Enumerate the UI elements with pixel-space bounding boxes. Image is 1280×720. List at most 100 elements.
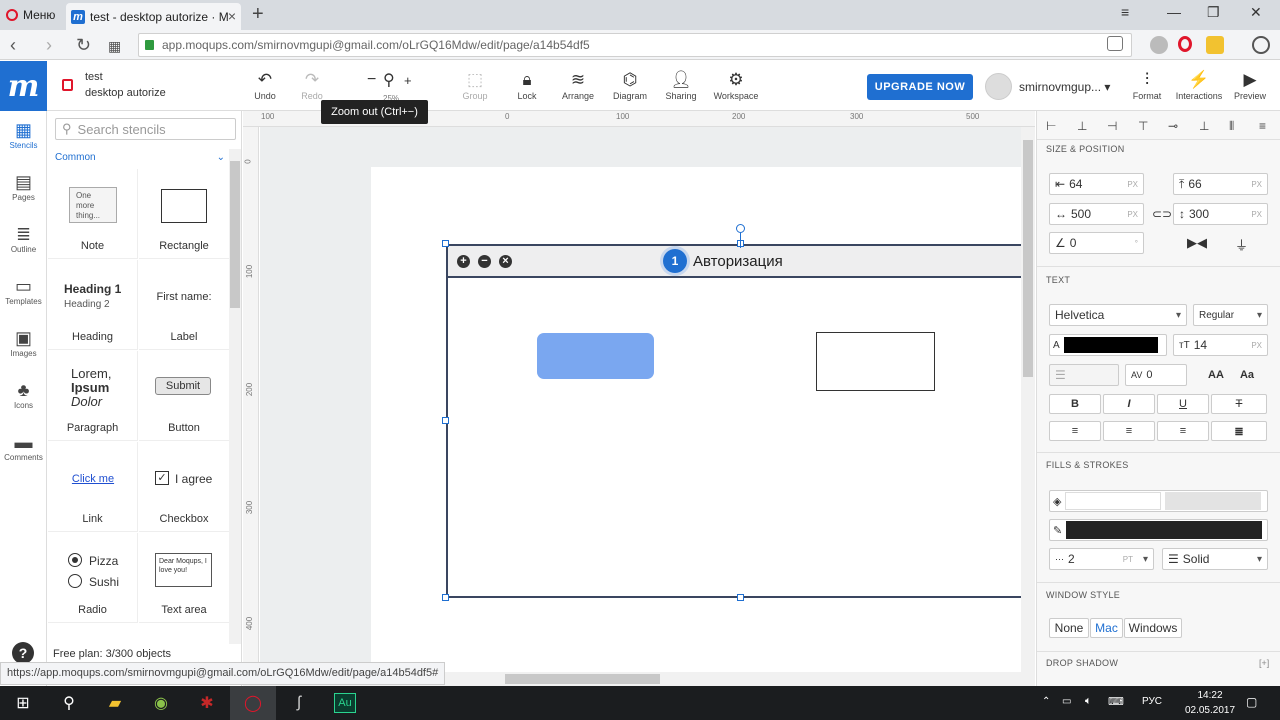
window-component[interactable]: + − × 1 Авторизация <box>446 244 1022 598</box>
arrange-button[interactable]: ≋ Arrange <box>551 69 605 101</box>
clock[interactable]: 14:22 02.05.2017 <box>1180 688 1240 718</box>
window-style-windows[interactable]: Windows <box>1124 618 1182 638</box>
zoom-out-button[interactable]: − <box>367 71 376 89</box>
moqups-logo[interactable]: m <box>0 61 47 111</box>
windows-start-icon[interactable]: ⊞ <box>0 686 46 720</box>
blue-button-shape[interactable] <box>537 333 654 379</box>
canvas-horizontal-scroll-thumb[interactable] <box>505 674 660 684</box>
align-right-icon[interactable]: ⊣ <box>1107 119 1117 133</box>
notifications-icon[interactable]: ▢ <box>1246 695 1257 709</box>
vpn-icon[interactable] <box>1150 36 1168 54</box>
volume-icon[interactable]: 🔈︎ <box>1085 695 1092 708</box>
tab-menu-icon[interactable]: ≡ <box>1121 4 1129 20</box>
file-explorer-icon[interactable]: ▰ <box>92 686 138 720</box>
canvas-vertical-scroll-thumb[interactable] <box>1023 140 1033 377</box>
align-middle-icon[interactable]: ⊸ <box>1168 119 1178 133</box>
browser-tab[interactable]: m test - desktop autorize · M × <box>66 3 241 30</box>
selection-handle[interactable] <box>442 594 449 601</box>
sharing-button[interactable]: 👤︎ Sharing <box>654 69 708 101</box>
upgrade-now-button[interactable]: UPGRADE NOW <box>867 74 973 100</box>
stencils-scrollbar-thumb[interactable] <box>230 161 240 308</box>
align-bottom-icon[interactable]: ⊥ <box>1199 119 1209 133</box>
align-top-icon[interactable]: ⊤ <box>1138 119 1148 133</box>
font-weight-select[interactable]: Regular ▾ <box>1193 304 1268 326</box>
stencil-paragraph[interactable]: Lorem, Ipsum Dolor Paragraph <box>48 351 138 441</box>
back-icon[interactable]: ‹ <box>10 35 16 56</box>
selection-handle[interactable] <box>737 594 744 601</box>
distribute-v-icon[interactable]: ≡ <box>1259 119 1266 133</box>
add-drop-shadow-button[interactable]: [+] <box>1259 658 1269 668</box>
bold-button[interactable]: B <box>1049 394 1101 414</box>
workspace-button[interactable]: ⚙ Workspace <box>709 69 763 101</box>
selection-handle[interactable] <box>442 417 449 424</box>
app-red-icon[interactable]: ✱ <box>184 686 230 720</box>
italic-button[interactable]: I <box>1103 394 1155 414</box>
y-field[interactable]: ⤒ 66 PX <box>1173 173 1268 195</box>
x-field[interactable]: ⇤ 64 PX <box>1049 173 1144 195</box>
capitalize-button[interactable]: Aa <box>1233 365 1261 385</box>
language-indicator[interactable]: РУС <box>1142 696 1162 707</box>
stroke-color-picker[interactable]: ✎ <box>1049 519 1268 541</box>
angle-field[interactable]: ∠ 0 ° <box>1049 232 1144 254</box>
diagram-button[interactable]: ⌬ Diagram <box>603 69 657 101</box>
stroke-style-select[interactable]: ☰ Solid ▾ <box>1162 548 1268 570</box>
tab-close-icon[interactable]: × <box>228 8 236 24</box>
help-icon[interactable]: ? <box>12 642 34 664</box>
font-family-select[interactable]: Helvetica ▾ <box>1049 304 1187 326</box>
app-green-icon[interactable]: ◉ <box>138 686 184 720</box>
keyboard-icon[interactable]: ⌨ <box>1108 695 1124 708</box>
search-stencils-input[interactable]: ⚲ Search stencils <box>55 118 236 140</box>
group-button[interactable]: ⬚ Group <box>448 69 502 101</box>
close-window-button[interactable]: ✕ <box>1250 4 1262 21</box>
format-button[interactable]: ⫶ Format <box>1120 69 1174 101</box>
redo-button[interactable]: ↷ Redo <box>285 69 339 101</box>
forward-icon[interactable]: › <box>46 35 52 56</box>
lock-button[interactable]: 🔒︎ Lock <box>500 69 554 101</box>
stencil-checkbox[interactable]: ✓ I agree Checkbox <box>139 442 229 532</box>
flip-horizontal-icon[interactable]: ▶◀ <box>1187 235 1207 251</box>
uppercase-button[interactable]: AA <box>1202 365 1230 385</box>
new-tab-button[interactable]: + <box>252 3 264 26</box>
reload-icon[interactable]: ↻ <box>76 35 91 56</box>
stroke-width-field[interactable]: ⋯ 2 PT ▾ <box>1049 548 1154 570</box>
stencil-note[interactable]: One more thing... Note <box>48 169 138 259</box>
minimize-button[interactable]: — <box>1167 4 1181 20</box>
rectangle-shape[interactable] <box>816 332 935 391</box>
fill-color-picker[interactable]: ◈ <box>1049 490 1268 512</box>
stencil-heading[interactable]: Heading 1 Heading 2 Heading <box>48 260 138 350</box>
font-size-field[interactable]: ᴛT 14 PX <box>1173 334 1268 356</box>
underline-button[interactable]: U <box>1157 394 1209 414</box>
height-field[interactable]: ↕ 300 PX <box>1173 203 1268 225</box>
text-justify-icon[interactable]: ≣ <box>1211 421 1267 441</box>
rail-outline[interactable]: ≣ Outline <box>0 223 47 254</box>
opera-extension-icon[interactable] <box>1178 36 1192 52</box>
network-icon[interactable]: ▭ <box>1062 696 1071 707</box>
selection-handle[interactable] <box>442 240 449 247</box>
preview-button[interactable]: ▶ Preview <box>1223 69 1277 101</box>
stencil-button[interactable]: Submit Button <box>139 351 229 441</box>
search-icon[interactable]: ⚲ <box>46 686 92 720</box>
maximize-button[interactable]: ❐ <box>1207 4 1220 21</box>
stencil-link[interactable]: Click me Link <box>48 442 138 532</box>
rail-templates[interactable]: ▭ Templates <box>0 275 47 306</box>
comment-badge[interactable]: 1 <box>663 249 687 273</box>
opera-menu-button[interactable]: Меню <box>0 0 64 30</box>
canvas[interactable]: + − × 1 Авторизация <box>260 127 1022 672</box>
rail-stencils[interactable]: ▦ Stencils <box>0 119 47 150</box>
interactions-button[interactable]: ⚡ Interactions <box>1172 69 1226 101</box>
list-style-select[interactable]: ☰ <box>1049 364 1119 386</box>
text-color-picker[interactable]: A <box>1049 334 1167 356</box>
rail-icons[interactable]: ♣ Icons <box>0 379 47 410</box>
window-style-mac[interactable]: Mac <box>1090 618 1123 638</box>
stencil-label[interactable]: First name: Label <box>139 260 229 350</box>
app-script-icon[interactable]: ʃ <box>276 686 322 720</box>
tray-chevron-icon[interactable]: ⌃ <box>1042 696 1050 707</box>
url-field[interactable]: app.moqups.com/smirnovmgupi@gmail.com/oL… <box>138 33 1132 57</box>
text-align-right-icon[interactable]: ≡ <box>1157 421 1209 441</box>
rail-images[interactable]: ▣ Images <box>0 327 47 358</box>
stencil-rectangle[interactable]: Rectangle <box>139 169 229 259</box>
width-field[interactable]: ↔ 500 PX <box>1049 203 1144 225</box>
avatar[interactable] <box>985 73 1012 100</box>
zoom-in-button[interactable]: + <box>404 73 412 88</box>
text-align-center-icon[interactable]: ≡ <box>1103 421 1155 441</box>
